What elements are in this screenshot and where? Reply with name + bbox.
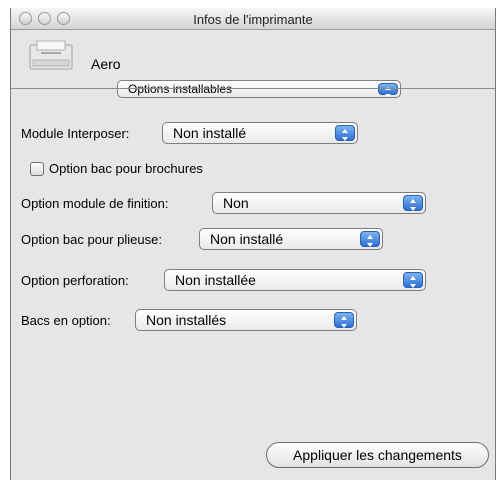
title-bar[interactable]: Infos de l'imprimante <box>11 8 495 30</box>
bacs-option-label: Bacs en option: <box>21 313 111 328</box>
perforation-value: Non installée <box>175 272 256 288</box>
bac-plieuse-select[interactable]: Non installé <box>199 228 383 250</box>
bac-brochures-checkbox[interactable] <box>30 162 44 176</box>
bac-plieuse-value: Non installé <box>210 231 284 247</box>
printer-icon <box>29 40 73 70</box>
section-divider <box>11 88 495 89</box>
popup-arrows-icon <box>334 312 354 328</box>
bacs-option-value: Non installés <box>146 312 227 328</box>
popup-arrows-icon <box>403 195 423 211</box>
popup-arrows-icon <box>403 272 423 288</box>
module-interposer-value: Non installé <box>173 125 247 141</box>
apply-changes-button[interactable]: Appliquer les changements <box>266 442 489 468</box>
popup-arrows-icon <box>378 83 398 97</box>
window-title: Infos de l'imprimante <box>193 12 313 27</box>
module-interposer-select[interactable]: Non installé <box>162 122 358 144</box>
printer-info-window: Infos de l'imprimante Aero Options insta… <box>10 8 496 480</box>
perforation-select[interactable]: Non installée <box>164 269 426 291</box>
module-finition-select[interactable]: Non <box>212 192 426 214</box>
module-finition-value: Non <box>223 195 249 211</box>
bac-brochures-label: Option bac pour brochures <box>49 161 203 176</box>
section-popup[interactable]: Options installables <box>117 80 401 98</box>
bacs-option-select[interactable]: Non installés <box>135 309 357 331</box>
module-finition-label: Option module de finition: <box>21 196 169 211</box>
perforation-label: Option perforation: <box>21 273 129 288</box>
bac-plieuse-label: Option bac pour plieuse: <box>21 232 162 247</box>
module-interposer-label: Module Interposer: <box>21 126 130 141</box>
section-popup-value: Options installables <box>128 82 233 96</box>
popup-arrows-icon <box>335 125 355 141</box>
popup-arrows-icon <box>360 231 380 247</box>
printer-name: Aero <box>91 56 121 72</box>
